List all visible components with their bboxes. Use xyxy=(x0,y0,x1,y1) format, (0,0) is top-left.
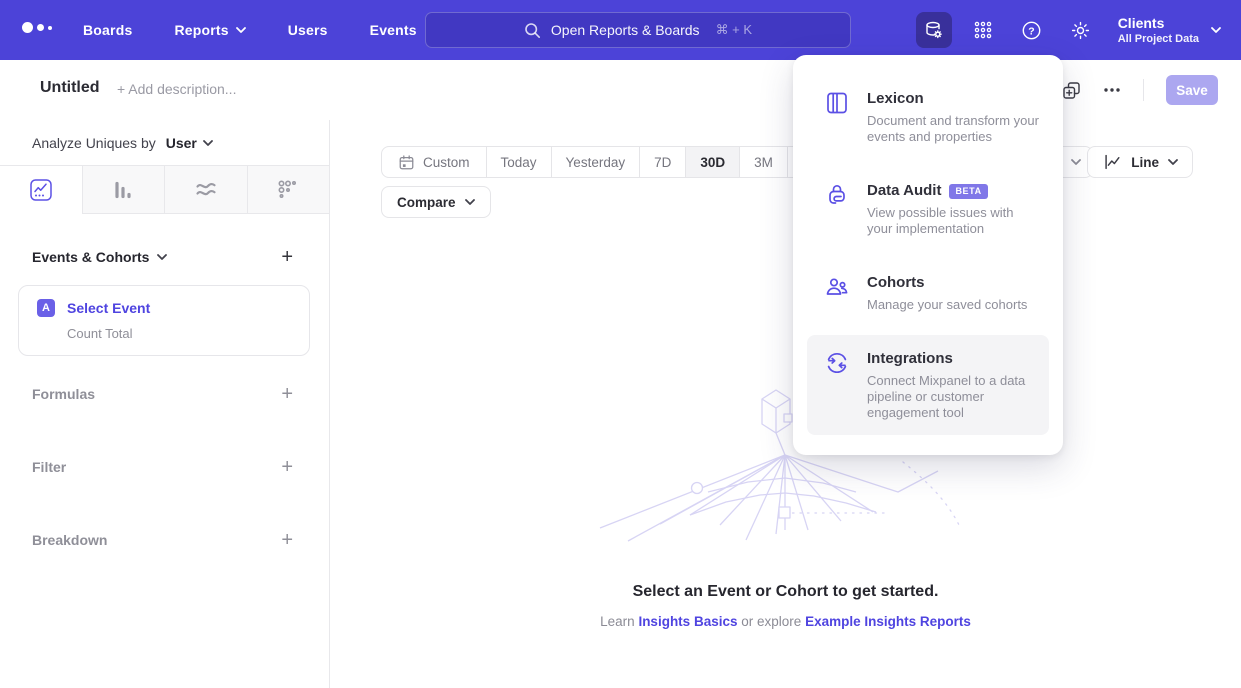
primary-nav: Boards Reports Users Events xyxy=(83,0,417,60)
analyze-label: Analyze Uniques by xyxy=(32,135,156,151)
data-audit-icon xyxy=(824,182,850,208)
project-scope: All Project Data xyxy=(1118,32,1199,46)
analyze-uniques-row: Analyze Uniques by User xyxy=(0,120,329,166)
tab-bar-chart[interactable] xyxy=(82,166,165,214)
add-filter-button[interactable]: + xyxy=(281,458,293,476)
section-formulas: Formulas + xyxy=(32,385,293,403)
breakdown-label: Breakdown xyxy=(32,532,107,548)
line-chart-icon xyxy=(1102,152,1122,172)
events-cohorts-toggle[interactable]: Events & Cohorts xyxy=(32,249,167,265)
line-chart-tab-icon xyxy=(29,178,53,202)
data-management-button[interactable] xyxy=(916,12,952,48)
lexicon-icon xyxy=(824,90,850,116)
learn-prefix: Learn xyxy=(600,614,635,629)
question-circle-icon: ? xyxy=(1021,20,1042,41)
search-shortcut: ⌘ + K xyxy=(716,22,753,38)
cohorts-icon xyxy=(824,274,850,300)
add-event-button[interactable]: + xyxy=(281,248,293,266)
beta-badge: BETA xyxy=(949,184,987,199)
chevron-down-icon xyxy=(465,199,475,205)
menu-item-lexicon[interactable]: Lexicon Document and transform your even… xyxy=(807,75,1049,159)
section-breakdown: Breakdown + xyxy=(32,531,293,549)
database-gear-icon xyxy=(923,20,944,41)
header-divider xyxy=(1143,79,1144,101)
empty-state-title: Select an Event or Cohort to get started… xyxy=(330,583,1241,601)
section-filter: Filter + xyxy=(32,458,293,476)
bar-chart-tab-icon xyxy=(111,178,135,202)
report-canvas: Custom Today Yesterday 7D 30D 3M 6M Comp… xyxy=(330,120,1241,688)
gear-icon xyxy=(1070,20,1091,41)
tab-insights-line[interactable] xyxy=(0,166,82,214)
svg-text:?: ? xyxy=(1028,25,1034,37)
apps-grid-icon xyxy=(973,20,993,40)
duplicate-icon xyxy=(1062,81,1081,100)
menu-item-integrations[interactable]: Integrations Connect Mixpanel to a data … xyxy=(807,335,1049,435)
top-navigation-bar: Boards Reports Users Events Open Reports… xyxy=(0,0,1241,60)
mixpanel-logo-icon[interactable] xyxy=(22,22,52,33)
apps-grid-button[interactable] xyxy=(965,12,1001,48)
events-cohorts-header: Events & Cohorts + xyxy=(32,248,293,266)
flows-tab-icon xyxy=(193,178,219,202)
save-button[interactable]: Save xyxy=(1166,75,1218,105)
menu-item-cohorts[interactable]: Cohorts Manage your saved cohorts xyxy=(807,259,1049,327)
date-range-30d[interactable]: 30D xyxy=(685,147,739,177)
chevron-down-icon xyxy=(236,27,246,33)
nav-item-reports[interactable]: Reports xyxy=(174,22,245,38)
filter-label: Filter xyxy=(32,459,66,475)
add-description-field[interactable]: + Add description... xyxy=(117,81,236,97)
project-name: Clients xyxy=(1118,15,1199,32)
settings-button[interactable] xyxy=(1063,12,1099,48)
chevron-down-icon xyxy=(203,140,213,146)
event-card[interactable]: A Select Event Count Total xyxy=(18,285,310,356)
chart-type-tabs xyxy=(0,166,329,214)
chevron-down-icon xyxy=(1071,159,1081,165)
global-search-input[interactable]: Open Reports & Boards ⌘ + K xyxy=(425,12,851,48)
select-event-label[interactable]: Select Event xyxy=(67,300,150,316)
ellipsis-icon xyxy=(1103,87,1121,93)
nav-item-boards[interactable]: Boards xyxy=(83,22,132,38)
add-formula-button[interactable]: + xyxy=(281,385,293,403)
nav-item-users[interactable]: Users xyxy=(288,22,328,38)
event-series-badge: A xyxy=(37,299,55,317)
search-placeholder: Open Reports & Boards xyxy=(551,22,700,38)
chevron-down-icon xyxy=(157,254,167,260)
event-aggregation-label[interactable]: Count Total xyxy=(67,326,295,341)
example-reports-link[interactable]: Example Insights Reports xyxy=(805,614,971,629)
project-selector[interactable]: Clients All Project Data xyxy=(1118,15,1221,46)
chart-type-selector[interactable]: Line xyxy=(1087,146,1193,178)
formulas-label: Formulas xyxy=(32,386,95,402)
date-range-yesterday[interactable]: Yesterday xyxy=(551,147,640,177)
topbar-actions: ? Clients All Project Data xyxy=(916,0,1221,60)
data-management-dropdown: Lexicon Document and transform your even… xyxy=(793,55,1063,455)
query-builder-sidebar: Analyze Uniques by User xyxy=(0,120,330,688)
chevron-down-icon xyxy=(1168,159,1178,165)
date-range-7d[interactable]: 7D xyxy=(639,147,685,177)
date-range-custom[interactable]: Custom xyxy=(382,147,486,177)
help-button[interactable]: ? xyxy=(1014,12,1050,48)
report-title[interactable]: Untitled xyxy=(40,79,100,97)
integrations-icon xyxy=(824,350,850,376)
chevron-down-icon xyxy=(1211,27,1221,33)
calendar-icon xyxy=(398,154,415,171)
menu-item-data-audit[interactable]: Data Audit BETA View possible issues wit… xyxy=(807,167,1049,251)
compare-button[interactable]: Compare xyxy=(381,186,491,218)
retention-tab-icon xyxy=(276,178,300,202)
more-options-button[interactable] xyxy=(1103,87,1121,93)
explore-middle: or explore xyxy=(741,614,801,629)
date-range-3m[interactable]: 3M xyxy=(739,147,787,177)
empty-state-subtitle: Learn Insights Basics or explore Example… xyxy=(330,614,1241,629)
analyze-entity-selector[interactable]: User xyxy=(166,135,213,151)
duplicate-report-button[interactable] xyxy=(1062,81,1081,100)
search-icon xyxy=(524,22,541,39)
tab-retention[interactable] xyxy=(247,166,330,214)
insights-basics-link[interactable]: Insights Basics xyxy=(638,614,737,629)
nav-item-events[interactable]: Events xyxy=(370,22,417,38)
add-breakdown-button[interactable]: + xyxy=(281,531,293,549)
tab-flows[interactable] xyxy=(164,166,247,214)
date-range-today[interactable]: Today xyxy=(486,147,551,177)
